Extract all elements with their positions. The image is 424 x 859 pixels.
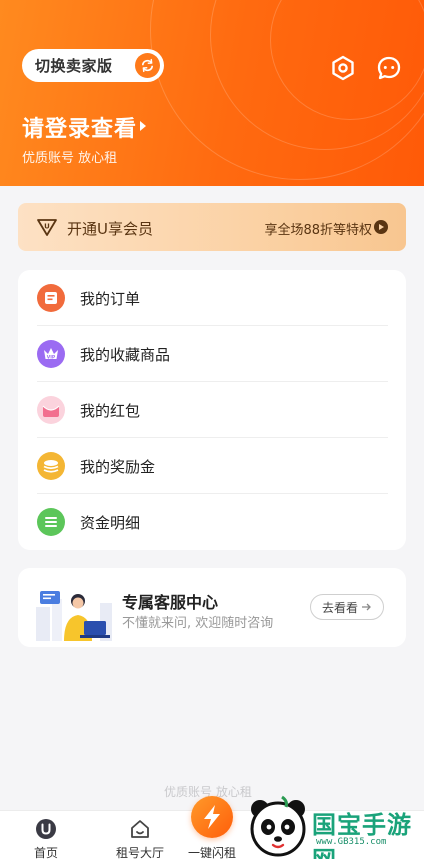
go-see-button[interactable]: 去看看 <box>310 594 384 620</box>
login-subtitle: 优质账号 放心租 <box>22 151 118 166</box>
panda-logo-icon <box>250 795 306 857</box>
tab-label: 租号大厅 <box>115 846 164 859</box>
tab-label: 首页 <box>33 846 58 859</box>
order-icon <box>37 284 65 312</box>
site-watermark-logo: 国宝手游网 www.GB315.com <box>246 795 424 859</box>
tab-rental-hall[interactable]: 租号大厅 <box>104 811 176 859</box>
tab-home[interactable]: 首页 <box>10 811 82 859</box>
switch-seller-version-button[interactable]: 切换卖家版 <box>22 49 164 82</box>
watermark-brand-text: 国宝手游网 <box>312 811 412 859</box>
refresh-swap-icon <box>135 53 160 78</box>
lightning-icon[interactable] <box>191 796 233 838</box>
customer-service-illustration <box>34 577 128 641</box>
service-title: 专属客服中心 <box>122 593 219 612</box>
profile-header: 切换卖家版 请登录查看 优质账号 放心租 <box>0 0 424 186</box>
menu-item-label: 资金明细 <box>80 514 141 532</box>
svg-text:VIP: VIP <box>47 354 56 360</box>
watermark-url-text: www.GB315.com <box>316 837 387 847</box>
hall-house-icon <box>129 818 151 840</box>
service-subtitle: 不懂就来问, 欢迎随时咨询 <box>122 616 274 631</box>
login-prompt-title[interactable]: 请登录查看 <box>22 111 137 143</box>
menu-item-label: 我的订单 <box>80 290 141 308</box>
u-vip-shield-icon: U <box>36 216 58 238</box>
vip-arrow-icon <box>374 220 388 234</box>
switch-seller-label: 切换卖家版 <box>35 57 113 75</box>
menu-item-my-rewards[interactable]: 我的奖励金 <box>18 438 406 494</box>
vip-label: 开通U享会员 <box>67 220 153 238</box>
coin-stack-icon <box>37 452 65 480</box>
svg-text:U: U <box>44 223 50 231</box>
tab-label: 一键闪租 <box>187 846 236 859</box>
vip-favorite-icon: VIP <box>37 340 65 368</box>
login-arrow-icon[interactable] <box>140 121 146 131</box>
menu-item-my-orders[interactable]: 我的订单 <box>18 270 406 326</box>
go-see-label: 去看看 <box>321 600 358 615</box>
settings-hexagon-icon[interactable] <box>330 55 356 81</box>
red-packet-icon <box>37 396 65 424</box>
menu-item-my-red-packets[interactable]: 我的红包 <box>18 382 406 438</box>
funds-detail-icon <box>37 508 65 536</box>
vip-membership-banner[interactable]: U 开通U享会员 享全场88折等特权 <box>18 203 406 251</box>
menu-item-label: 我的奖励金 <box>80 458 156 476</box>
account-menu-list: 我的订单 VIP 我的收藏商品 我的红包 我的奖励金 资金明细 <box>18 270 406 550</box>
menu-item-funds-detail[interactable]: 资金明细 <box>18 494 406 550</box>
menu-item-my-favorites[interactable]: VIP 我的收藏商品 <box>18 326 406 382</box>
arrow-right-icon <box>362 600 372 614</box>
vip-benefit-text: 享全场88折等特权 <box>264 223 372 238</box>
chat-bubble-icon[interactable] <box>376 55 402 81</box>
menu-item-label: 我的收藏商品 <box>80 346 171 364</box>
home-u-icon <box>35 818 57 840</box>
customer-service-card[interactable]: 专属客服中心 不懂就来问, 欢迎随时咨询 去看看 <box>18 568 406 647</box>
menu-item-label: 我的红包 <box>80 402 141 420</box>
